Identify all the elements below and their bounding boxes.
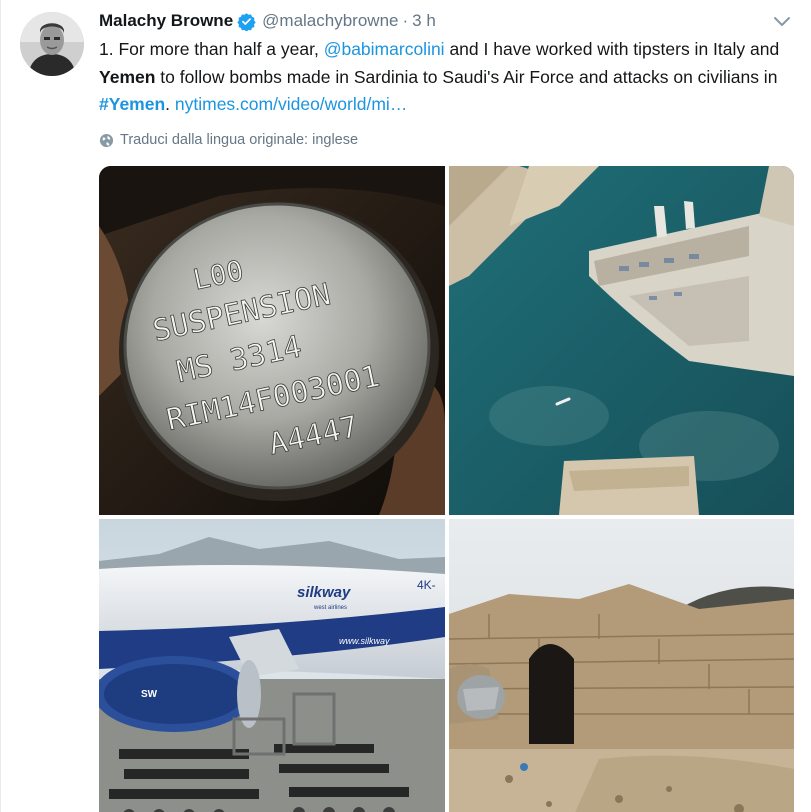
tweet-text-part: to follow bombs made in Sardinia to Saud… (155, 66, 778, 87)
engine-logo: SW (141, 689, 158, 700)
media-grid: L00 SUSPENSION MS 3314 RIM14F003001 A444… (99, 166, 794, 812)
timestamp[interactable]: 3 h (412, 11, 436, 31)
aircraft-reg: 4K- (417, 578, 436, 592)
tweet-text-part: and I have worked with tipsters in Italy… (444, 39, 780, 59)
separator-dot: · (402, 11, 409, 30)
tweet-text: 1. For more than half a year, @babimarco… (99, 36, 799, 119)
aircraft-sub: west airlines (313, 605, 347, 611)
photo-stone-ruins[interactable] (449, 519, 794, 812)
tweet-header: Malachy Browne @malachybrowne · 3 h (99, 9, 436, 33)
photo-satellite-port[interactable] (449, 166, 794, 515)
hashtag-link[interactable]: #Yemen (99, 94, 165, 114)
translate-label[interactable]: Traduci dalla lingua originale: inglese (120, 132, 358, 148)
tweet[interactable]: Malachy Browne @malachybrowne · 3 h 1. F… (0, 0, 811, 812)
chevron-down-icon[interactable] (771, 14, 793, 30)
bold-keyword: Yemen (99, 66, 156, 87)
fuselage-text: www.silkway (339, 636, 390, 646)
translate-link[interactable]: Traduci dalla lingua originale: inglese (99, 130, 358, 150)
aircraft-brand: silkway (297, 584, 351, 601)
avatar[interactable] (20, 12, 84, 76)
globe-icon (99, 133, 114, 147)
tweet-text-part: 1. For more than half a year, (99, 39, 324, 59)
handle[interactable]: @malachybrowne (262, 11, 398, 31)
photo-cargo-aircraft[interactable]: silkway west airlines 4K- www.silkway SW (99, 519, 445, 812)
photo-engraved-plate[interactable]: L00 SUSPENSION MS 3314 RIM14F003001 A444… (99, 166, 445, 515)
tweet-text-part: . (165, 94, 175, 114)
display-name[interactable]: Malachy Browne (99, 11, 233, 31)
mention-link[interactable]: @babimarcolini (324, 39, 445, 59)
verified-badge-icon (237, 12, 256, 32)
url-link[interactable]: nytimes.com/video/world/mi… (175, 94, 407, 114)
